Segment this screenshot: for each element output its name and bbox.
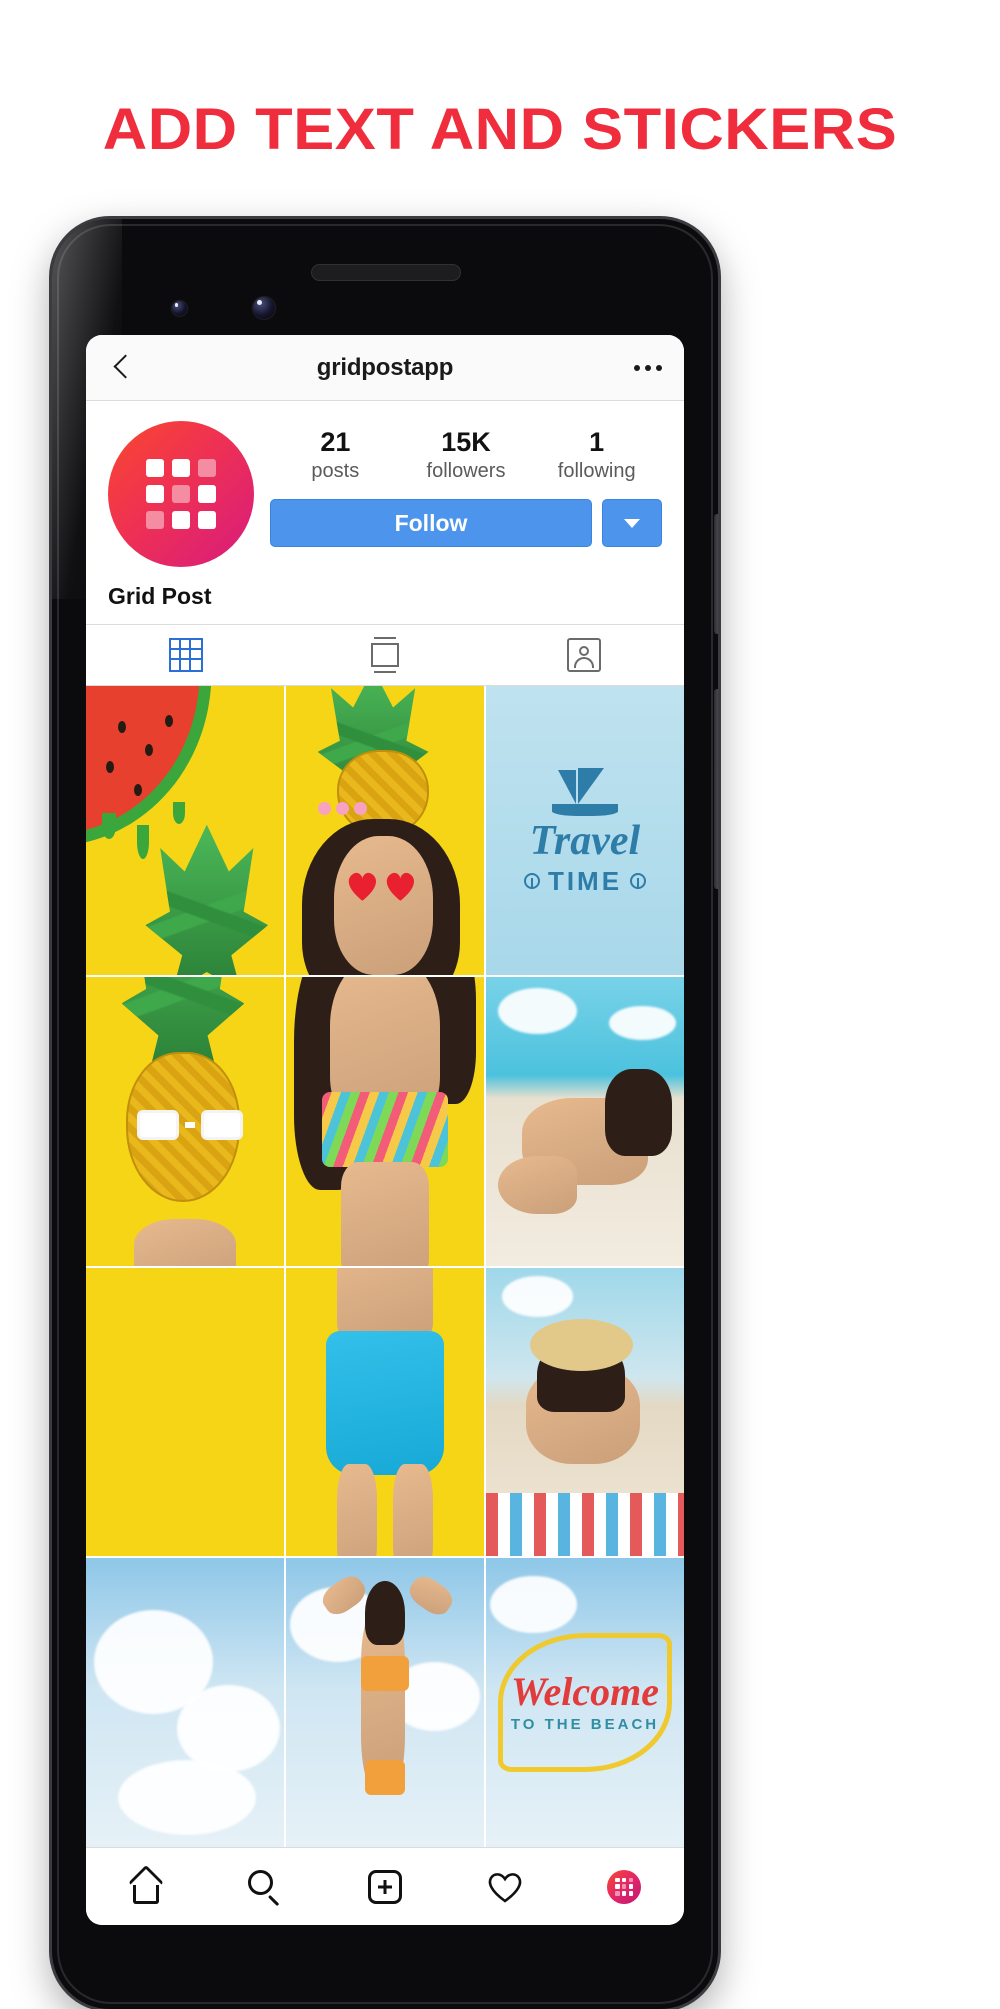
front-camera-icon [253,297,275,319]
phone-screen: gridpostapp 21 posts 15K followers 1 fol… [86,335,684,1925]
grid-cell-r2c2[interactable] [286,976,484,1266]
grid-cell-r3c1[interactable] [86,1267,284,1557]
stat-posts[interactable]: 21 posts [270,427,401,483]
travel-time-sticker: Travel TIME [486,686,684,975]
chevron-down-icon [624,518,640,528]
earpiece-speaker [311,264,461,281]
profile-avatar-icon [607,1869,642,1904]
nav-activity[interactable] [445,1871,565,1903]
anchor-icon [523,873,540,890]
travel-script-text: Travel [529,817,641,864]
bottom-navigation [86,1847,684,1925]
travel-time-text: TIME [547,865,623,896]
follow-button[interactable]: Follow [270,499,592,548]
follow-options-button[interactable] [602,499,662,548]
orange-bikini-top [361,1656,409,1692]
carousel-tab-icon [369,637,401,673]
grid-cell-r1c3[interactable]: Travel TIME [486,686,684,975]
plus-square-icon [367,1869,402,1904]
home-icon [128,1864,164,1904]
profile-display-name: Grid Post [108,583,212,609]
straw-hat-graphic [529,1319,633,1372]
grid-cell-r4c3[interactable]: Welcome TO THE BEACH [486,1558,684,1847]
more-options-icon[interactable] [634,364,662,371]
photo-grid: Travel TIME Welcome TO THE BEACH [86,686,684,1847]
stat-label: following [557,460,636,483]
stat-label: posts [311,460,360,483]
orange-bikini-bottom [365,1760,405,1796]
heart-icon [487,1871,523,1903]
grid-tab-icon [168,638,203,672]
account-username: gridpostapp [316,353,454,381]
stat-value: 21 [320,427,351,457]
stat-following[interactable]: 1 following [531,427,662,483]
grid-cell-r1c1[interactable] [86,686,284,975]
stat-label: followers [426,460,506,483]
grid-cell-r3c3[interactable] [486,1267,684,1557]
welcome-sub-text: TO THE BEACH [510,1716,660,1734]
striped-bikini-top [321,1092,449,1168]
tab-carousel[interactable] [285,625,484,685]
grid-logo-avatar[interactable] [108,421,254,567]
profile-stats: 21 posts 15K followers 1 following [270,427,662,483]
stat-value: 15K [441,427,491,457]
grid-cell-r4c1[interactable] [86,1558,284,1847]
sailboat-icon [548,764,622,816]
tab-grid[interactable] [86,625,285,685]
grid-cell-r1c2[interactable] [286,686,484,975]
stat-value: 1 [589,427,605,457]
stat-followers[interactable]: 15K followers [401,427,532,483]
grid-cell-r2c3[interactable] [486,976,684,1266]
volume-button[interactable] [714,689,718,889]
welcome-surfboard-sticker: Welcome TO THE BEACH [497,1633,673,1772]
anchor-icon [630,873,647,890]
nav-search[interactable] [206,1869,326,1907]
welcome-script-text: Welcome [510,1669,660,1715]
beach-towel-graphic [486,1492,684,1557]
flower-crown-graphic [317,801,367,815]
nav-profile[interactable] [564,1869,684,1904]
nav-home[interactable] [86,1864,206,1904]
sensor-dot-icon [172,301,187,316]
blue-shorts-graphic [325,1331,445,1476]
tagged-person-tab-icon [567,638,602,672]
search-icon [248,1869,282,1907]
white-sunglasses-graphic [137,1109,244,1140]
nav-add-post[interactable] [325,1869,445,1904]
profile-tabs [86,624,684,686]
grid-cell-r4c2[interactable] [286,1558,484,1847]
heart-sunglasses-graphic [345,871,417,901]
phone-mockup: gridpostapp 21 posts 15K followers 1 fol… [52,219,718,2009]
tab-tagged[interactable] [485,625,684,685]
profile-section: 21 posts 15K followers 1 following Follo… [86,401,684,624]
power-button[interactable] [714,514,718,634]
grid-cell-r2c1[interactable] [86,976,284,1266]
grid-cell-r3c2[interactable] [286,1267,484,1557]
app-header: gridpostapp [86,335,684,401]
page-title: ADD TEXT AND STICKERS [102,97,898,162]
